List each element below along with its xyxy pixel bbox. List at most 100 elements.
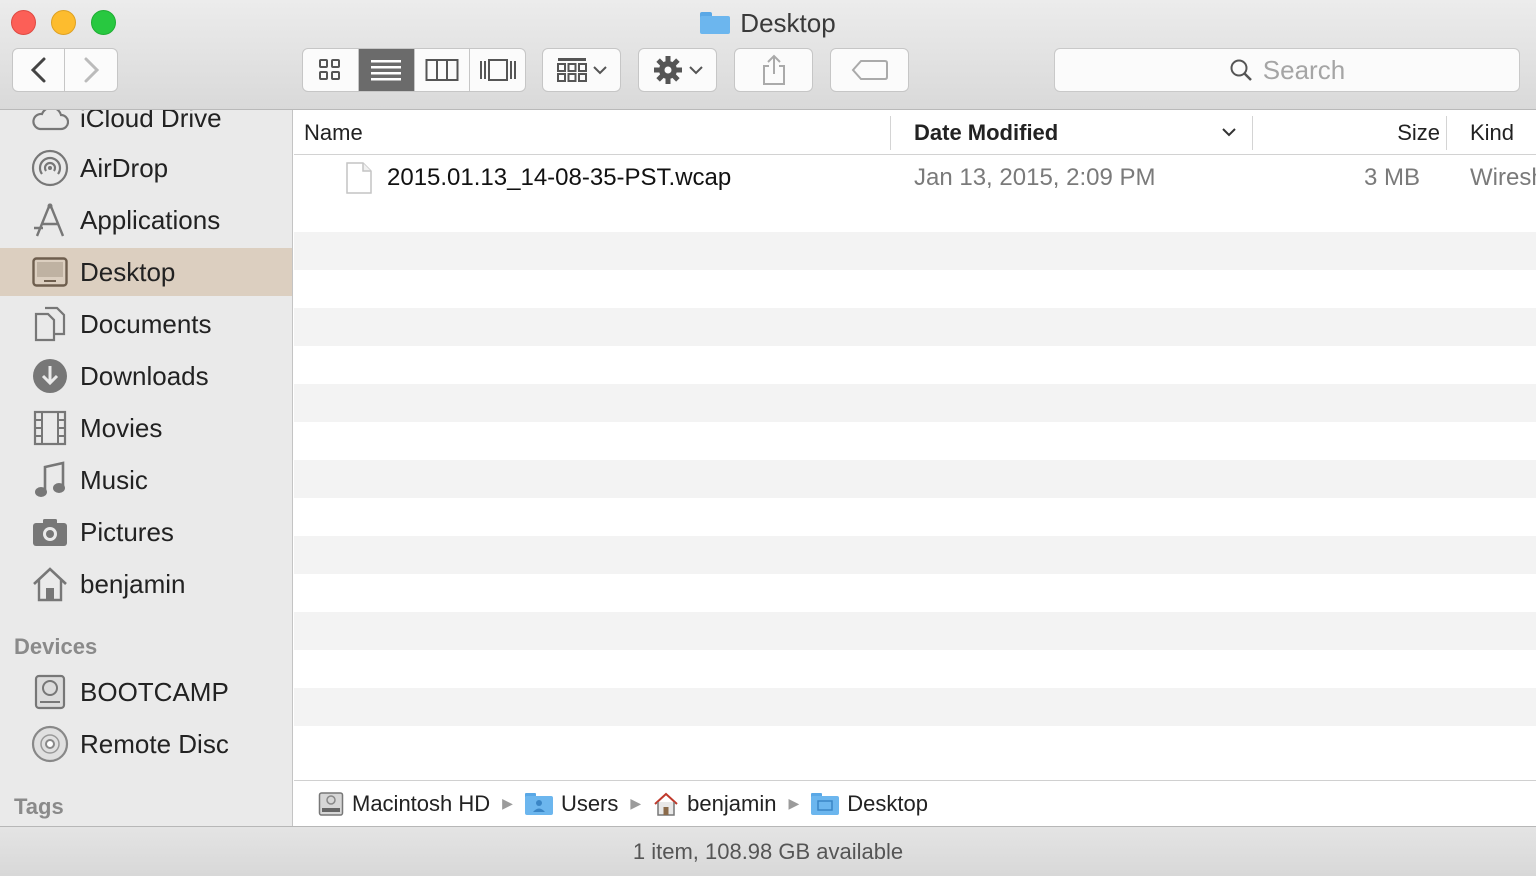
hard-drive-icon <box>30 672 70 712</box>
sidebar-item-icloud-drive[interactable]: iCloud Drive <box>0 110 292 142</box>
file-date-modified: Jan 13, 2015, 2:09 PM <box>914 164 1156 191</box>
hard-drive-icon <box>318 791 344 816</box>
sidebar-item-downloads[interactable]: Downloads <box>0 352 292 400</box>
empty-row <box>294 232 1536 270</box>
file-rows: 2015.01.13_14-08-35-PST.wcap Jan 13, 201… <box>294 156 1536 780</box>
users-folder-icon <box>524 792 553 815</box>
status-text: 1 item, 108.98 GB available <box>632 838 904 864</box>
desktop-folder-icon <box>811 792 840 815</box>
sidebar-item-label: BOOTCAMP <box>80 676 229 707</box>
document-file-icon <box>346 162 372 194</box>
empty-row <box>294 612 1536 650</box>
empty-row <box>294 650 1536 688</box>
sidebar-heading-tags[interactable]: Tags <box>14 794 64 820</box>
forward-button[interactable] <box>64 48 118 92</box>
view-mode-control <box>302 48 526 92</box>
path-crumb-users[interactable]: Users <box>524 791 618 817</box>
chevron-right-icon <box>84 57 100 83</box>
column-header-name[interactable]: Name <box>304 110 890 155</box>
columns-icon <box>425 59 459 81</box>
sidebar-item-desktop[interactable]: Desktop <box>0 248 292 296</box>
share-button[interactable] <box>734 48 813 92</box>
search-field[interactable]: Search <box>1054 48 1520 92</box>
window-title: Desktop <box>0 6 1536 40</box>
empty-row <box>294 688 1536 726</box>
back-button[interactable] <box>12 48 65 92</box>
search-icon <box>1230 59 1252 81</box>
empty-row <box>294 384 1536 422</box>
list-icon <box>371 60 402 81</box>
sidebar-item-label: AirDrop <box>80 152 169 183</box>
file-name: 2015.01.13_14-08-35-PST.wcap <box>387 164 732 191</box>
table-row[interactable]: 2015.01.13_14-08-35-PST.wcap Jan 13, 201… <box>294 156 1536 232</box>
sidebar-item-remote-disc[interactable]: Remote Disc <box>0 720 292 768</box>
path-crumb-macintosh-hd[interactable]: Macintosh HD <box>318 791 490 817</box>
sidebar-item-label: Documents <box>80 308 212 339</box>
folder-icon <box>700 12 731 34</box>
column-view-button[interactable] <box>415 49 471 91</box>
sidebar: iCloud Drive AirDrop Applications Deskto… <box>0 110 293 826</box>
search-placeholder: Search <box>1262 54 1346 85</box>
cover-flow-button[interactable] <box>470 49 525 91</box>
cloud-icon <box>30 110 70 138</box>
chevron-down-icon <box>592 66 607 75</box>
sidebar-item-documents[interactable]: Documents <box>0 300 292 348</box>
path-separator-icon: ▶ <box>788 795 800 811</box>
airdrop-icon <box>30 148 70 188</box>
action-button[interactable] <box>638 48 717 92</box>
path-bar: Macintosh HD ▶ Users ▶ benjamin ▶ Deskto… <box>294 780 1536 826</box>
sidebar-item-benjamin[interactable]: benjamin <box>0 560 292 608</box>
path-separator-icon: ▶ <box>630 795 642 811</box>
pictures-icon <box>30 512 70 552</box>
sidebar-item-movies[interactable]: Movies <box>0 404 292 452</box>
chevron-down-icon <box>688 66 703 75</box>
file-size: 3 MB <box>1363 164 1420 191</box>
cover-flow-icon <box>479 59 516 81</box>
grid-icon <box>319 59 341 80</box>
movies-icon <box>30 408 70 448</box>
gear-icon <box>653 56 682 84</box>
empty-row <box>294 422 1536 460</box>
arrange-button[interactable] <box>542 48 621 92</box>
sidebar-item-bootcamp[interactable]: BOOTCAMP <box>0 668 292 716</box>
sidebar-item-label: Downloads <box>80 360 209 391</box>
sidebar-item-label: Applications <box>80 204 221 235</box>
column-header-kind[interactable]: Kind <box>1470 110 1536 155</box>
sidebar-item-label: Movies <box>80 412 163 443</box>
chevron-left-icon <box>30 57 45 83</box>
sidebar-item-label: Music <box>80 464 148 495</box>
sidebar-item-label: iCloud Drive <box>80 110 222 133</box>
sidebar-item-pictures[interactable]: Pictures <box>0 508 292 556</box>
sidebar-heading-devices[interactable]: Devices <box>14 634 97 660</box>
desktop-icon <box>30 252 70 292</box>
list-view-button[interactable] <box>358 49 415 91</box>
sidebar-item-label: Desktop <box>80 256 176 287</box>
empty-row <box>294 460 1536 498</box>
status-bar: 1 item, 108.98 GB available <box>0 826 1536 876</box>
icon-view-button[interactable] <box>303 49 359 91</box>
empty-row <box>294 726 1536 764</box>
sidebar-item-applications[interactable]: Applications <box>0 196 292 244</box>
sidebar-item-label: benjamin <box>80 568 186 599</box>
window-title-text: Desktop <box>740 7 836 38</box>
column-header-row: Name Date Modified Size Kind <box>294 110 1536 155</box>
file-list: Name Date Modified Size Kind 2015.01.13_… <box>294 110 1536 780</box>
path-crumb-desktop[interactable]: Desktop <box>811 791 928 817</box>
empty-row <box>294 574 1536 612</box>
home-icon <box>30 564 70 604</box>
sidebar-item-label: Pictures <box>80 516 174 547</box>
column-header-size[interactable]: Size <box>1254 110 1440 155</box>
sort-chevron-down-icon <box>1222 128 1236 137</box>
empty-row <box>294 346 1536 384</box>
empty-row <box>294 498 1536 536</box>
share-icon <box>762 54 785 85</box>
empty-row <box>294 308 1536 346</box>
sidebar-item-airdrop[interactable]: AirDrop <box>0 144 292 192</box>
downloads-icon <box>30 356 70 396</box>
column-header-date-modified[interactable]: Date Modified <box>914 110 1254 155</box>
sidebar-item-music[interactable]: Music <box>0 456 292 504</box>
documents-icon <box>30 304 70 344</box>
path-crumb-benjamin[interactable]: benjamin <box>653 791 776 817</box>
edit-tags-button[interactable] <box>830 48 909 92</box>
disc-icon <box>30 724 70 764</box>
